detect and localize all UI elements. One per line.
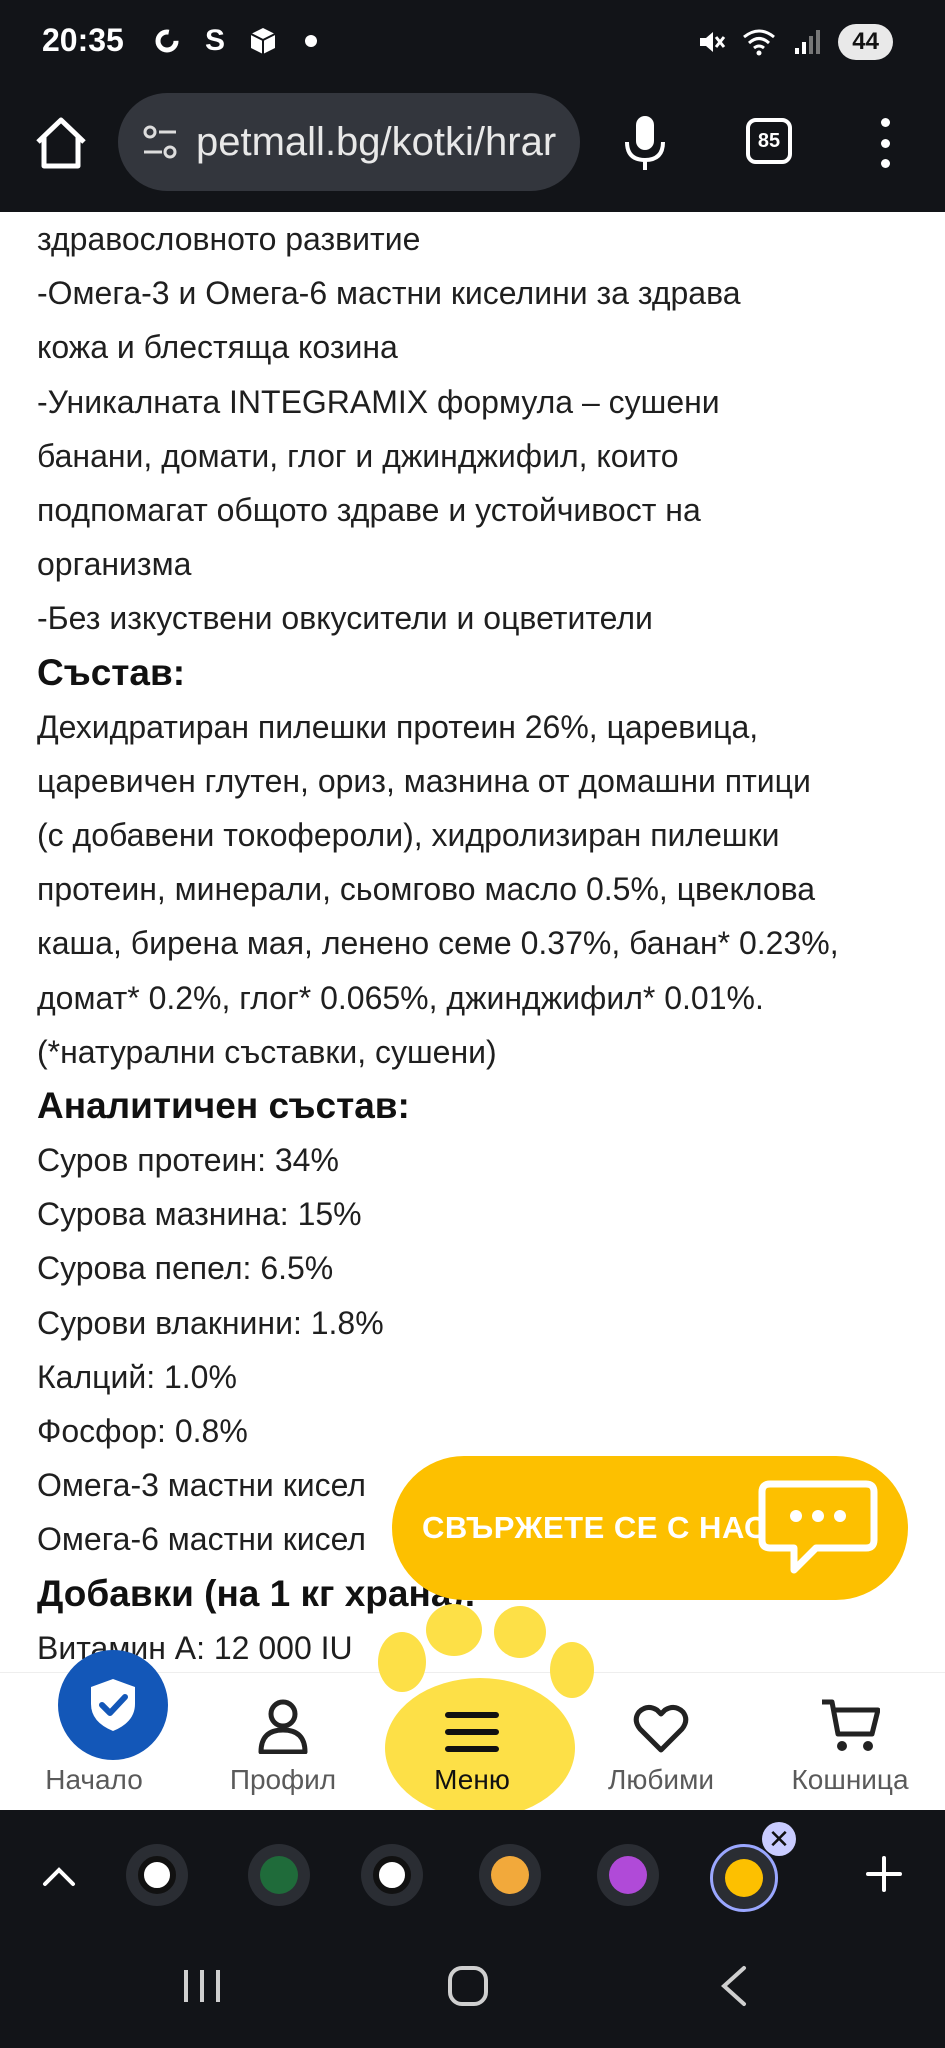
- m-site-icon: [491, 1856, 529, 1894]
- text-line: -Без изкуствени овкусители и оцветители: [37, 600, 653, 637]
- nav-home-label: Начало: [45, 1764, 143, 1795]
- tab-globe-1[interactable]: [126, 1844, 188, 1906]
- contact-us-button[interactable]: СВЪРЖЕТЕ СЕ С НАС: [392, 1456, 908, 1600]
- cell-signal-icon: [790, 25, 824, 59]
- back-icon[interactable]: [716, 1964, 752, 2008]
- play-site-icon: [609, 1856, 647, 1894]
- analytical-line: Фосфор: 0.8%: [37, 1413, 248, 1450]
- heart-icon: [633, 1704, 689, 1753]
- shield-badge[interactable]: [58, 1650, 168, 1760]
- composition-line: Дехидратиран пилешки протеин 26%, цареви…: [37, 708, 759, 745]
- text-line: банани, домати, глог и джинджифил, които: [37, 437, 679, 474]
- composition-line: каша, бирена мая, ленено семе 0.37%, бан…: [37, 925, 839, 962]
- nav-menu-label: Меню: [434, 1764, 510, 1795]
- hamburger-menu-icon: [445, 1712, 499, 1752]
- battery-level: 44: [838, 24, 893, 60]
- sync-icon: [150, 24, 184, 58]
- composition-line: домат* 0.2%, глог* 0.065%, джинджифил* 0…: [37, 979, 764, 1016]
- url-text[interactable]: petmall.bg/kotki/hrar: [196, 120, 556, 165]
- contact-us-label: СВЪРЖЕТЕ СЕ С НАС: [422, 1510, 767, 1545]
- analytical-line: Сурова пепел: 6.5%: [37, 1250, 334, 1287]
- shield-check-icon: [91, 1679, 135, 1731]
- analytical-heading: Аналитичен състав:: [37, 1085, 410, 1127]
- composition-line: царевичен глутен, ориз, мазнина от домаш…: [37, 762, 811, 799]
- nav-profile-label: Профил: [229, 1764, 337, 1795]
- wifi-icon: [742, 25, 776, 59]
- nav-favorites-label: Любими: [608, 1764, 714, 1795]
- voice-search-button[interactable]: [618, 112, 672, 174]
- cart-icon: [822, 1699, 880, 1751]
- text-line: -Уникалната INTEGRAMIX формула – сушени: [37, 383, 720, 420]
- status-icons-left: S: [150, 24, 328, 58]
- dot-icon: [294, 24, 328, 58]
- analytical-line: Сурова мазнина: 15%: [37, 1196, 362, 1233]
- petmall-icon: [725, 1859, 763, 1897]
- profile-icon: [258, 1699, 308, 1754]
- tab-play-site[interactable]: [597, 1844, 659, 1906]
- composition-heading: Състав:: [37, 651, 186, 693]
- mic-icon: [625, 116, 665, 170]
- more-options-button[interactable]: [872, 118, 898, 168]
- new-tab-plus-icon[interactable]: [864, 1854, 904, 1894]
- composition-line: (с добавени токофероли), хидролизиран пи…: [37, 817, 780, 854]
- tab-switcher-button[interactable]: 85: [746, 118, 792, 164]
- mute-icon: [694, 25, 728, 59]
- nav-favorites[interactable]: Любими: [581, 1690, 741, 1796]
- green-site-icon: [260, 1856, 298, 1894]
- home-button[interactable]: [30, 112, 92, 174]
- url-bar[interactable]: petmall.bg/kotki/hrar: [118, 93, 580, 191]
- tab-green-site[interactable]: [248, 1844, 310, 1906]
- nav-cart[interactable]: Кошница: [770, 1690, 930, 1796]
- text-line: -Омега-3 и Омега-6 мастни киселини за зд…: [37, 275, 741, 312]
- composition-line: протеин, минерали, сьомгово масло 0.5%, …: [37, 871, 816, 908]
- nav-cart-label: Кошница: [791, 1764, 909, 1795]
- status-icons-right: 44: [694, 24, 893, 60]
- home-system-icon[interactable]: [446, 1964, 490, 2008]
- text-line: кожа и блестяща козина: [37, 329, 398, 366]
- text-line: организма: [37, 546, 192, 583]
- text-line: подпомагат общото здраве и устойчивост н…: [37, 492, 701, 529]
- tab-globe-2[interactable]: [361, 1844, 423, 1906]
- recent-apps-icon[interactable]: [180, 1966, 224, 2006]
- site-settings-icon[interactable]: [138, 120, 182, 164]
- globe-icon: [373, 1856, 411, 1894]
- signal-app-icon: S: [204, 24, 225, 57]
- globe-icon: [138, 1856, 176, 1894]
- analytical-line: Сурови влакнини: 1.8%: [37, 1304, 384, 1341]
- top-bar: 20:35 S 44 petmall.bg/kotki/hrar 85: [0, 0, 945, 212]
- analytical-line: Калций: 1.0%: [37, 1358, 237, 1395]
- status-time: 20:35: [42, 22, 124, 58]
- analytical-line: Суров протеин: 34%: [37, 1142, 339, 1179]
- chat-bubble-icon: [758, 1480, 878, 1574]
- tab-m-site[interactable]: [479, 1844, 541, 1906]
- home-icon: [36, 117, 86, 169]
- chevron-up-icon[interactable]: [40, 1858, 78, 1892]
- composition-line: (*натурални съставки, сушени): [37, 1033, 497, 1070]
- nav-menu[interactable]: Меню: [392, 1690, 552, 1796]
- text-line: здравословното развитие: [37, 221, 421, 257]
- nav-profile[interactable]: Профил: [203, 1690, 363, 1796]
- box-icon: [246, 24, 280, 58]
- close-tab-icon[interactable]: ✕: [762, 1822, 796, 1856]
